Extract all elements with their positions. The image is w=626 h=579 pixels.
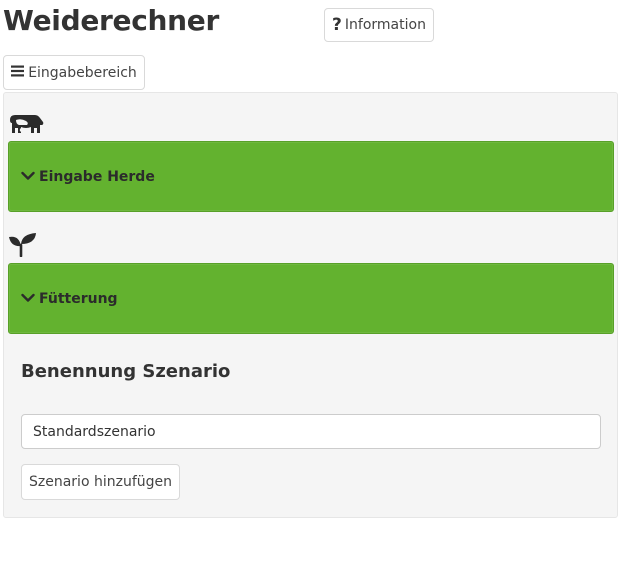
input-panel: Eingabe Herde Fütterung Benennung Szenar…	[3, 92, 618, 518]
cow-icon	[7, 111, 45, 141]
accordion-fuetterung-label: Fütterung	[39, 290, 118, 307]
seedling-icon	[8, 231, 38, 261]
eingabebereich-toggle-button[interactable]: Eingabebereich	[3, 55, 145, 90]
accordion-fuetterung[interactable]: Fütterung	[8, 263, 614, 334]
accordion-eingabe-herde[interactable]: Eingabe Herde	[8, 141, 614, 212]
add-scenario-button[interactable]: Szenario hinzufügen	[21, 464, 180, 500]
chevron-down-icon	[21, 169, 35, 185]
eingabebereich-label: Eingabebereich	[28, 64, 137, 81]
question-icon: ?	[332, 15, 342, 35]
scenario-title: Benennung Szenario	[21, 361, 231, 382]
information-button[interactable]: ? Information	[324, 8, 434, 42]
chevron-down-icon	[21, 291, 35, 307]
information-button-label: Information	[344, 17, 426, 33]
scenario-name-input[interactable]	[21, 414, 601, 449]
app-title: Weiderechner	[3, 4, 219, 37]
bars-icon	[11, 65, 25, 81]
accordion-eingabe-herde-label: Eingabe Herde	[39, 168, 155, 185]
